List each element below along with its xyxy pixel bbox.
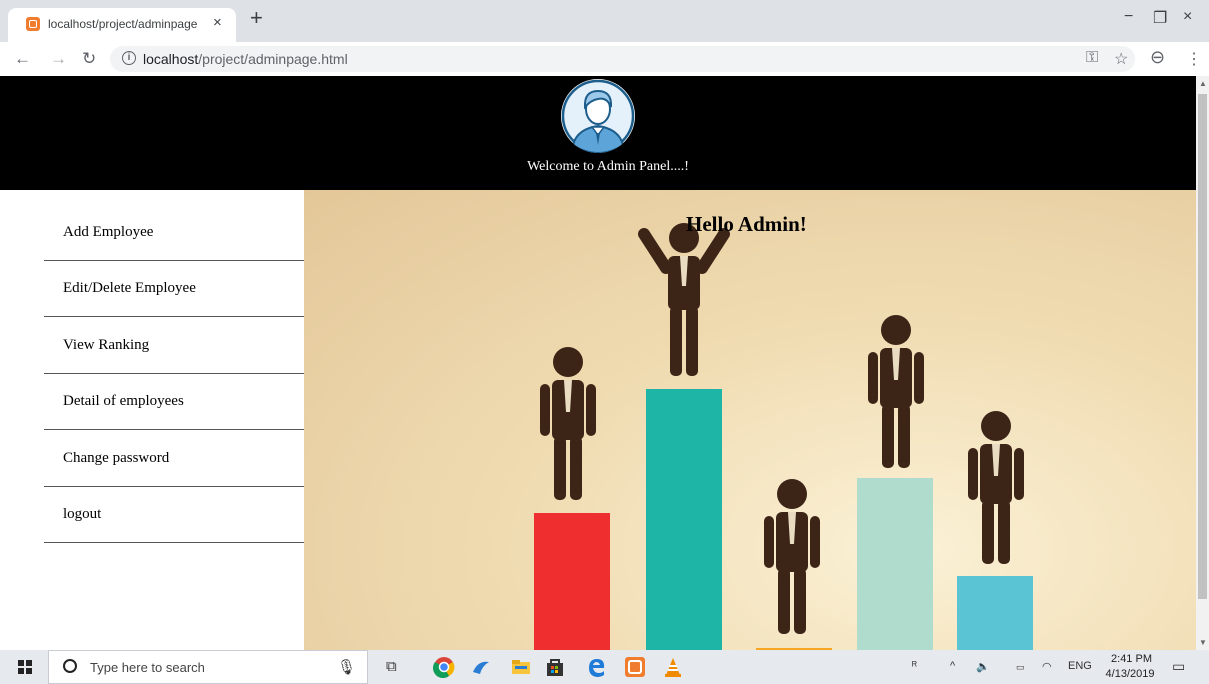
people-icon[interactable]: ᴿ [912,660,917,672]
volume-icon[interactable]: 🔈 [976,660,990,673]
tab-close-icon[interactable]: × [213,14,222,31]
url-text[interactable]: localhost/project/adminpage.html [143,51,348,67]
cortana-icon [63,659,77,673]
admin-avatar [561,79,635,153]
minimize-icon[interactable]: − [1124,8,1133,26]
key-icon[interactable]: ⚿ [1086,49,1098,67]
figure-lightblue [968,411,1024,564]
ranking-illustration [534,223,1033,650]
store-icon[interactable] [544,656,566,678]
sidebar-item-label[interactable]: logout [63,506,101,523]
clock-date[interactable]: 4/13/2019 [1100,668,1160,680]
browser-toolbar: ← → ↻ i localhost/project/adminpage.html… [0,42,1209,77]
star-icon[interactable]: ☆ [1114,49,1128,69]
browser-tab[interactable]: localhost/project/adminpage.htm × [8,8,236,42]
task-view-icon[interactable]: ⧉ [386,658,408,680]
user-avatar-icon [561,79,635,153]
figure-mint [868,315,924,468]
windows-taskbar: Type here to search 🎙 ⧉ ᴿ ^ 🔈 ▭ ◠ ENG 2:… [0,650,1209,684]
action-center-icon[interactable]: ▭ [1172,658,1185,675]
browser-tab-strip: localhost/project/adminpage.htm × + − ❐ … [0,0,1209,42]
chevron-up-icon[interactable]: ^ [950,660,955,672]
close-window-icon[interactable]: × [1183,8,1192,26]
sidebar-item-label[interactable]: Edit/Delete Employee [63,280,196,297]
figure-red [540,347,596,500]
edge-icon[interactable] [585,656,607,678]
file-explorer-icon[interactable] [510,656,532,678]
battery-icon[interactable]: ▭ [1016,662,1025,673]
sidebar-item-change-password[interactable]: Change password [44,430,304,487]
forward-arrow-icon[interactable]: → [50,49,67,69]
reload-icon[interactable]: ↻ [82,49,96,69]
menu-dots-icon[interactable]: ⋮ [1186,49,1202,69]
chrome-icon[interactable] [433,656,455,678]
sidebar-item-label[interactable]: Detail of employees [63,393,184,410]
main-content: Hello Admin! [304,190,1196,650]
hello-heading: Hello Admin! [686,212,807,236]
tab-title: localhost/project/adminpage.htm [48,17,198,31]
microphone-icon[interactable]: 🎙 [337,658,356,676]
sidebar-item-label[interactable]: Add Employee [63,224,153,241]
sidebar-item-add-employee[interactable]: Add Employee [44,204,304,261]
clock-time[interactable]: 2:41 PM [1104,653,1159,665]
xampp-favicon-icon [26,17,40,31]
sidebar-item-label[interactable]: Change password [63,450,169,467]
winner-figure [638,223,730,376]
scroll-down-icon[interactable]: ▼ [1199,638,1207,647]
info-icon[interactable]: i [122,51,136,65]
figure-orange [764,479,820,634]
app-icon[interactable] [470,656,492,678]
welcome-text: Welcome to Admin Panel....! [527,159,689,174]
scrollbar-thumb[interactable] [1198,94,1207,599]
podium-red [534,513,610,650]
sidebar-item-logout[interactable]: logout [44,486,304,543]
sidebar-item-view-ranking[interactable]: View Ranking [44,317,304,374]
page-scrollbar[interactable]: ▲ ▼ [1196,76,1209,650]
admin-header: Welcome to Admin Panel....! [0,76,1196,190]
sidebar-item-edit-delete-employee[interactable]: Edit/Delete Employee [44,260,304,317]
xampp-icon[interactable] [624,656,646,678]
new-tab-button[interactable]: + [250,6,263,30]
profile-icon[interactable]: ⊖ [1150,47,1165,68]
restore-icon[interactable]: ❐ [1153,8,1167,28]
page-viewport: Welcome to Admin Panel....! Add Employee… [0,76,1196,650]
taskbar-search-box[interactable]: Type here to search 🎙 [48,650,368,684]
sidebar-item-detail-of-employees[interactable]: Detail of employees [44,373,304,430]
scroll-up-icon[interactable]: ▲ [1199,79,1207,88]
windows-start-icon[interactable] [18,660,32,674]
back-arrow-icon[interactable]: ← [14,49,31,69]
search-placeholder: Type here to search [90,660,205,675]
sidebar-item-label[interactable]: View Ranking [63,337,149,354]
podium-mint [857,478,933,650]
podium-teal [646,389,722,650]
address-bar[interactable]: i localhost/project/adminpage.html [110,46,1135,72]
language-indicator[interactable]: ENG [1068,660,1092,672]
admin-sidebar: Add Employee Edit/Delete Employee View R… [0,190,304,650]
wifi-icon[interactable]: ◠ [1042,660,1052,673]
podium-lightblue [957,576,1033,650]
vlc-icon[interactable] [662,656,684,678]
